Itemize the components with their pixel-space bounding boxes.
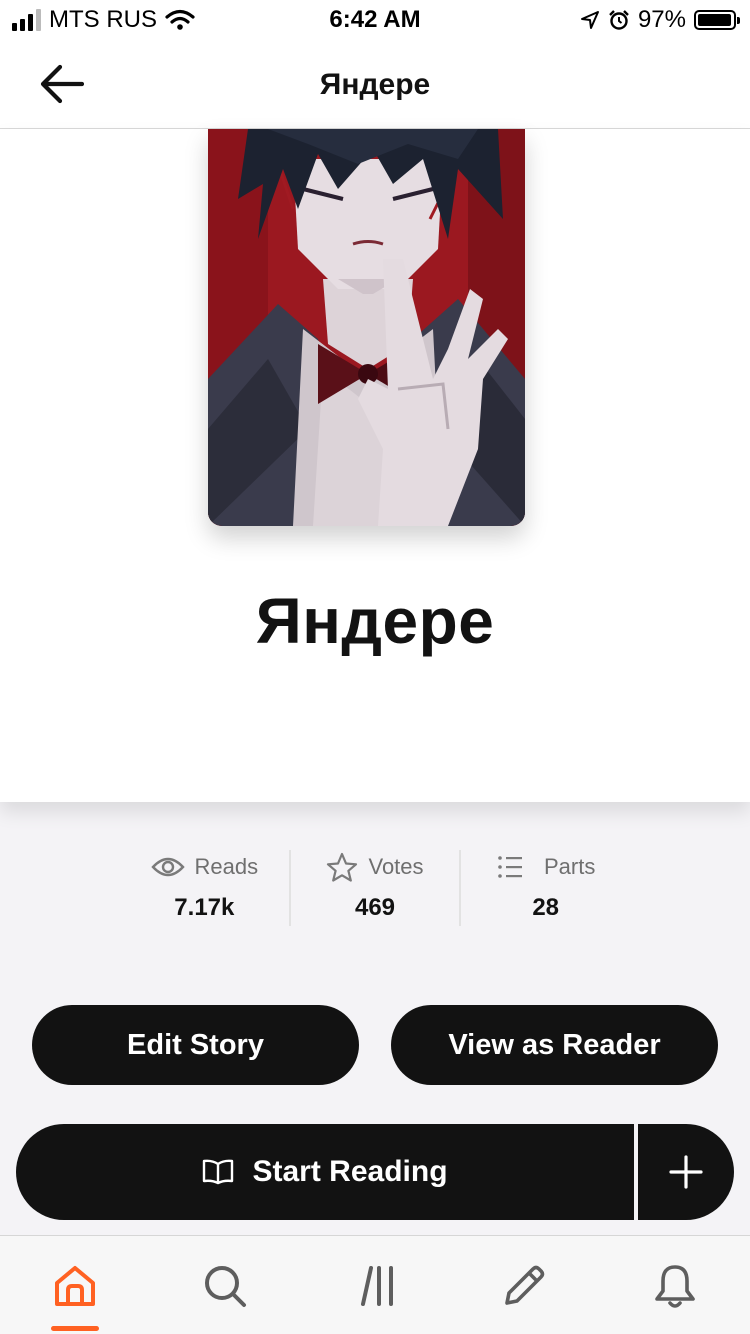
battery-fill <box>698 14 731 26</box>
bottom-tab-bar <box>0 1235 750 1334</box>
open-book-icon <box>203 1159 234 1185</box>
location-icon <box>580 11 599 29</box>
story-cover-section: Яндере <box>0 129 750 802</box>
tab-notifications[interactable] <box>645 1256 705 1316</box>
story-stats: Reads 7.17k Votes 469 Parts 28 <box>120 850 630 926</box>
view-as-reader-button[interactable]: View as Reader <box>391 1005 718 1085</box>
plus-icon <box>669 1155 703 1189</box>
parts-label: Parts <box>544 854 596 879</box>
story-cover-image[interactable] <box>208 129 525 526</box>
reads-stat: Reads 7.17k <box>120 850 289 926</box>
active-tab-indicator <box>51 1326 99 1331</box>
tab-library[interactable] <box>347 1256 407 1316</box>
cover-illustration <box>208 129 525 526</box>
status-bar: MTS RUS 6:42 AM 97% <box>0 0 750 40</box>
list-icon <box>498 856 522 878</box>
tab-home[interactable] <box>45 1256 105 1316</box>
bell-icon <box>655 1265 695 1308</box>
battery-icon <box>694 10 740 30</box>
library-icon <box>361 1266 393 1306</box>
start-reading-button[interactable]: Start Reading <box>16 1124 634 1220</box>
pencil-icon <box>505 1265 545 1305</box>
search-icon <box>205 1266 246 1307</box>
reads-value: 7.17k <box>174 894 235 921</box>
alarm-icon <box>609 10 629 30</box>
parts-stat: Parts 28 <box>459 850 630 926</box>
eye-icon <box>150 857 185 877</box>
parts-stat-header: Parts <box>496 850 595 884</box>
votes-label: Votes <box>368 854 424 879</box>
add-to-library-button[interactable] <box>638 1124 734 1220</box>
votes-value: 469 <box>354 894 396 921</box>
start-reading-label: Start Reading <box>252 1155 448 1188</box>
navigation-header: Яндере <box>0 40 750 129</box>
status-right: 97% <box>580 6 740 34</box>
story-title: Яндере <box>255 585 495 657</box>
votes-stat: Votes 469 <box>288 850 460 926</box>
reads-stat-header: Reads <box>150 850 259 884</box>
star-icon <box>327 852 358 882</box>
tab-search[interactable] <box>195 1256 255 1316</box>
header-title: Яндере <box>319 68 431 101</box>
parts-value: 28 <box>532 894 560 921</box>
battery-percent: 97% <box>637 6 686 33</box>
edit-story-label: Edit Story <box>127 1028 264 1061</box>
home-icon <box>55 1266 95 1306</box>
reads-label: Reads <box>194 854 259 879</box>
edit-story-button[interactable]: Edit Story <box>32 1005 359 1085</box>
tab-write[interactable] <box>494 1256 554 1316</box>
votes-stat-header: Votes <box>326 850 424 884</box>
view-as-reader-label: View as Reader <box>448 1028 661 1061</box>
